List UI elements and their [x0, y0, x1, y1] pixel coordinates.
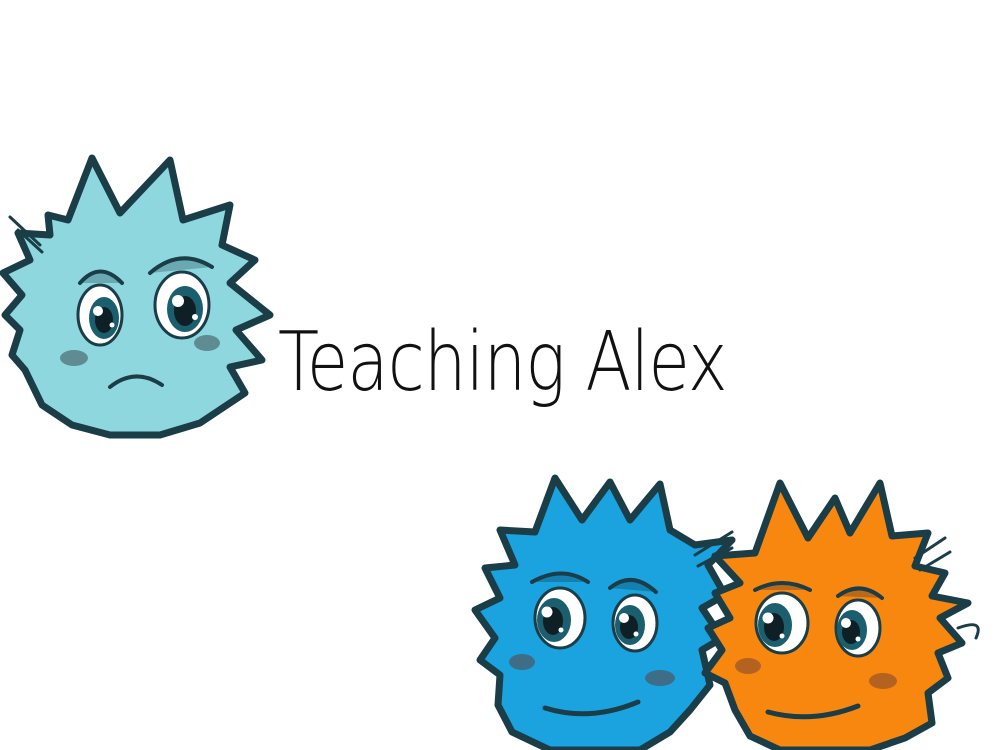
right-cheek	[645, 670, 675, 686]
slide-canvas: Teaching Alex	[0, 0, 1000, 750]
sad-light-blue-creature	[0, 154, 274, 439]
left-cheek	[60, 350, 88, 366]
smiling-orange-creature	[701, 479, 980, 750]
right-cheek	[869, 673, 897, 689]
slide-title: Teaching Alex	[278, 315, 728, 410]
creature-body	[471, 474, 736, 750]
left-eye	[76, 283, 124, 347]
left-eye	[533, 586, 587, 650]
left-eye	[754, 591, 810, 655]
right-cheek	[194, 335, 220, 351]
left-cheek	[735, 658, 761, 674]
left-cheek	[509, 654, 535, 670]
right-eye	[611, 593, 659, 653]
right-eye	[834, 598, 882, 658]
smiling-blue-creature	[471, 474, 736, 750]
right-eye	[153, 270, 211, 340]
creature-body	[0, 154, 274, 439]
